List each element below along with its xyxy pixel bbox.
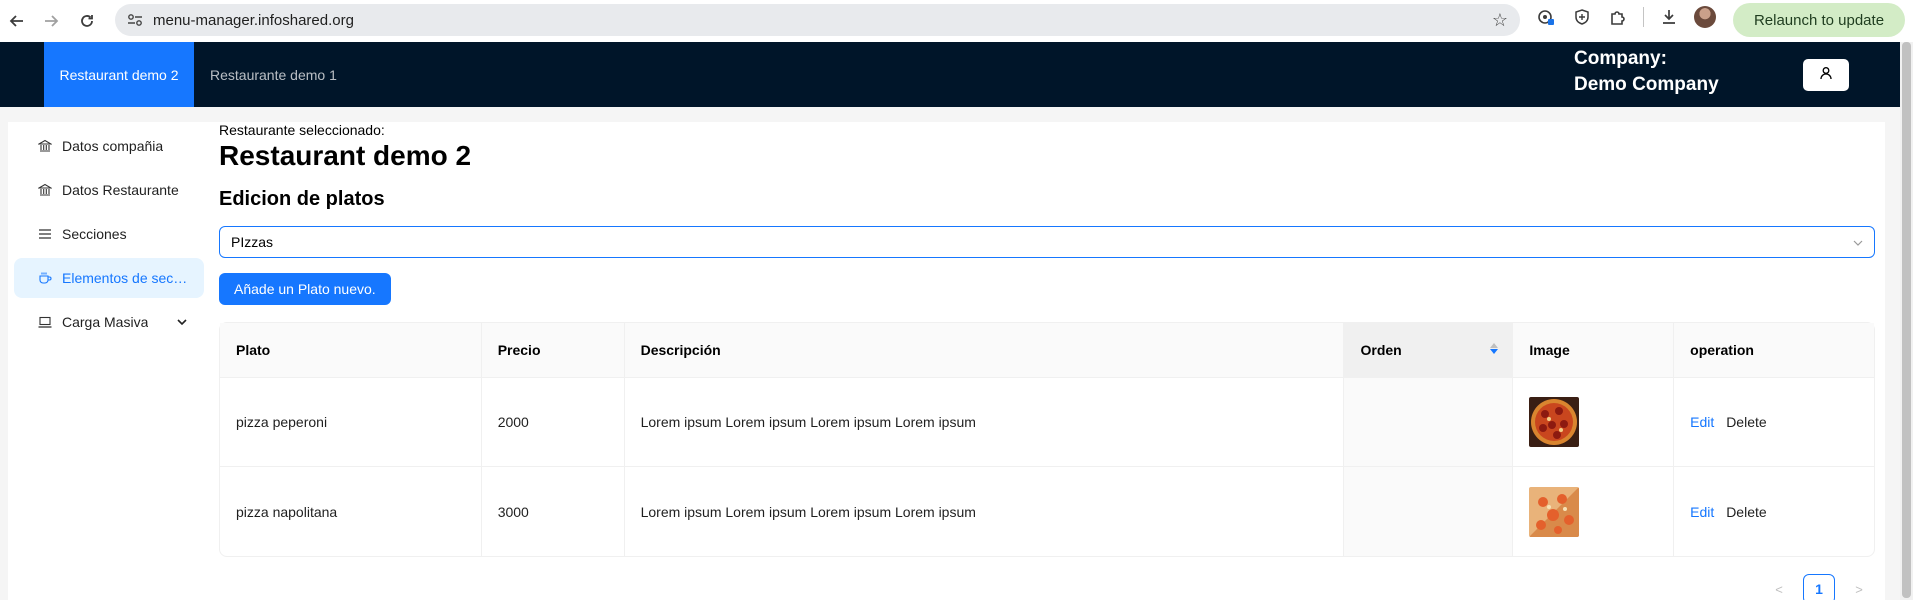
dishes-table: Plato Precio Descripción Orden Image ope… xyxy=(219,322,1875,557)
address-bar[interactable]: menu-manager.infoshared.org ☆ xyxy=(115,4,1520,36)
sidebar-item-carga-masiva[interactable]: Carga Masiva xyxy=(14,302,204,342)
cell-operation: Edit Delete xyxy=(1674,378,1874,467)
next-page-icon[interactable]: > xyxy=(1845,575,1873,600)
company-label: Company: xyxy=(1574,48,1667,69)
extensions-puzzle-icon[interactable] xyxy=(1607,6,1629,28)
chevron-down-icon xyxy=(176,315,188,331)
cell-orden xyxy=(1344,467,1514,556)
site-info-icon[interactable] xyxy=(125,13,145,27)
toolbar-divider xyxy=(1643,7,1644,27)
column-header-operation: operation xyxy=(1674,323,1874,378)
sidebar-item-label: Datos compañia xyxy=(62,138,164,154)
sidebar-item-elementos-de-secciones[interactable]: Elementos de secciones xyxy=(14,258,204,298)
sidebar-item-label: Secciones xyxy=(62,226,127,242)
sidebar: Datos compañia Datos Restaurante Seccion… xyxy=(8,122,208,346)
restaurant-title: Restaurant demo 2 xyxy=(219,140,472,171)
delete-link[interactable]: Delete xyxy=(1726,414,1766,430)
profile-avatar[interactable] xyxy=(1694,6,1716,28)
relaunch-button[interactable]: Relaunch to update xyxy=(1733,3,1905,37)
forward-icon[interactable] xyxy=(36,6,66,36)
selected-restaurant-label: Restaurante seleccionado: xyxy=(219,122,385,138)
cell-image xyxy=(1513,378,1675,467)
cell-precio: 2000 xyxy=(481,378,625,467)
pepperoni-pizza-image xyxy=(1529,397,1580,447)
scrollbar-thumb[interactable] xyxy=(1902,42,1911,598)
download-icon[interactable] xyxy=(1658,6,1680,28)
app-header: Restaurant demo 2 Restaurante demo 1 Com… xyxy=(0,42,1900,107)
column-header-orden[interactable]: Orden xyxy=(1344,323,1514,378)
pagination: < 1 > xyxy=(1765,574,1873,600)
bank-icon xyxy=(38,139,52,153)
cell-operation: Edit Delete xyxy=(1674,467,1874,556)
cell-orden xyxy=(1344,378,1514,467)
cell-descripcion: Lorem ipsum Lorem ipsum Lorem ipsum Lore… xyxy=(625,467,1345,556)
back-icon[interactable] xyxy=(2,6,32,36)
section-select[interactable]: PIzzas xyxy=(219,226,1875,258)
coffee-icon xyxy=(38,271,52,285)
sidebar-item-datos-restaurante[interactable]: Datos Restaurante xyxy=(14,170,204,210)
page-scrollbar[interactable] xyxy=(1900,42,1913,600)
sort-icon[interactable] xyxy=(1490,343,1499,354)
user-button[interactable] xyxy=(1803,59,1849,91)
extension-shield-icon[interactable] xyxy=(1571,6,1593,28)
tab-restaurante-demo-1[interactable]: Restaurante demo 1 xyxy=(210,42,337,107)
prev-page-icon[interactable]: < xyxy=(1765,575,1793,600)
company-info: Company: Demo Company xyxy=(1574,46,1719,98)
sidebar-item-label: Carga Masiva xyxy=(62,314,149,330)
chevron-down-icon xyxy=(1852,236,1864,252)
napolitana-pizza-image xyxy=(1529,486,1580,537)
column-header-orden-label: Orden xyxy=(1360,342,1402,358)
company-name: Demo Company xyxy=(1574,74,1719,95)
main-content: Restaurante seleccionado: Restaurant dem… xyxy=(219,122,1875,557)
add-dish-button[interactable]: Añade un Plato nuevo. xyxy=(219,273,391,305)
sidebar-item-datos-compania[interactable]: Datos compañia xyxy=(14,126,204,166)
table-row: pizza napolitana 3000 Lorem ipsum Lorem … xyxy=(220,467,1874,556)
table-row: pizza peperoni 2000 Lorem ipsum Lorem ip… xyxy=(220,378,1874,467)
cell-plato: pizza napolitana xyxy=(220,467,482,556)
laptop-icon xyxy=(38,315,52,329)
cell-descripcion: Lorem ipsum Lorem ipsum Lorem ipsum Lore… xyxy=(624,378,1345,467)
cell-plato: pizza peperoni xyxy=(220,378,482,467)
column-header-plato: Plato xyxy=(220,323,482,378)
column-header-descripcion: Descripción xyxy=(624,323,1345,378)
browser-toolbar: menu-manager.infoshared.org ☆ Relaunch t… xyxy=(0,0,1913,42)
section-select-value: PIzzas xyxy=(231,234,274,250)
sidebar-item-label: Elementos de secciones xyxy=(62,270,192,286)
user-icon xyxy=(1819,66,1833,85)
cell-image xyxy=(1513,467,1675,556)
url-text: menu-manager.infoshared.org xyxy=(153,11,354,29)
page-number[interactable]: 1 xyxy=(1803,574,1835,600)
page-title: Edicion de platos xyxy=(219,188,385,210)
bank-icon xyxy=(38,183,52,197)
delete-link[interactable]: Delete xyxy=(1726,504,1766,520)
bookmark-star-icon[interactable]: ☆ xyxy=(1492,10,1508,31)
cell-precio: 3000 xyxy=(482,467,625,556)
edit-link[interactable]: Edit xyxy=(1690,414,1714,430)
sidebar-item-label: Datos Restaurante xyxy=(62,182,179,198)
sidebar-item-secciones[interactable]: Secciones xyxy=(14,214,204,254)
column-header-precio: Precio xyxy=(481,323,625,378)
table-header-row: Plato Precio Descripción Orden Image ope… xyxy=(220,323,1874,378)
edit-link[interactable]: Edit xyxy=(1690,504,1714,520)
tab-restaurant-demo-2[interactable]: Restaurant demo 2 xyxy=(44,42,194,107)
password-manager-icon[interactable] xyxy=(1535,6,1557,28)
menu-icon xyxy=(38,227,52,241)
column-header-image: Image xyxy=(1513,323,1675,378)
reload-icon[interactable] xyxy=(72,6,102,36)
